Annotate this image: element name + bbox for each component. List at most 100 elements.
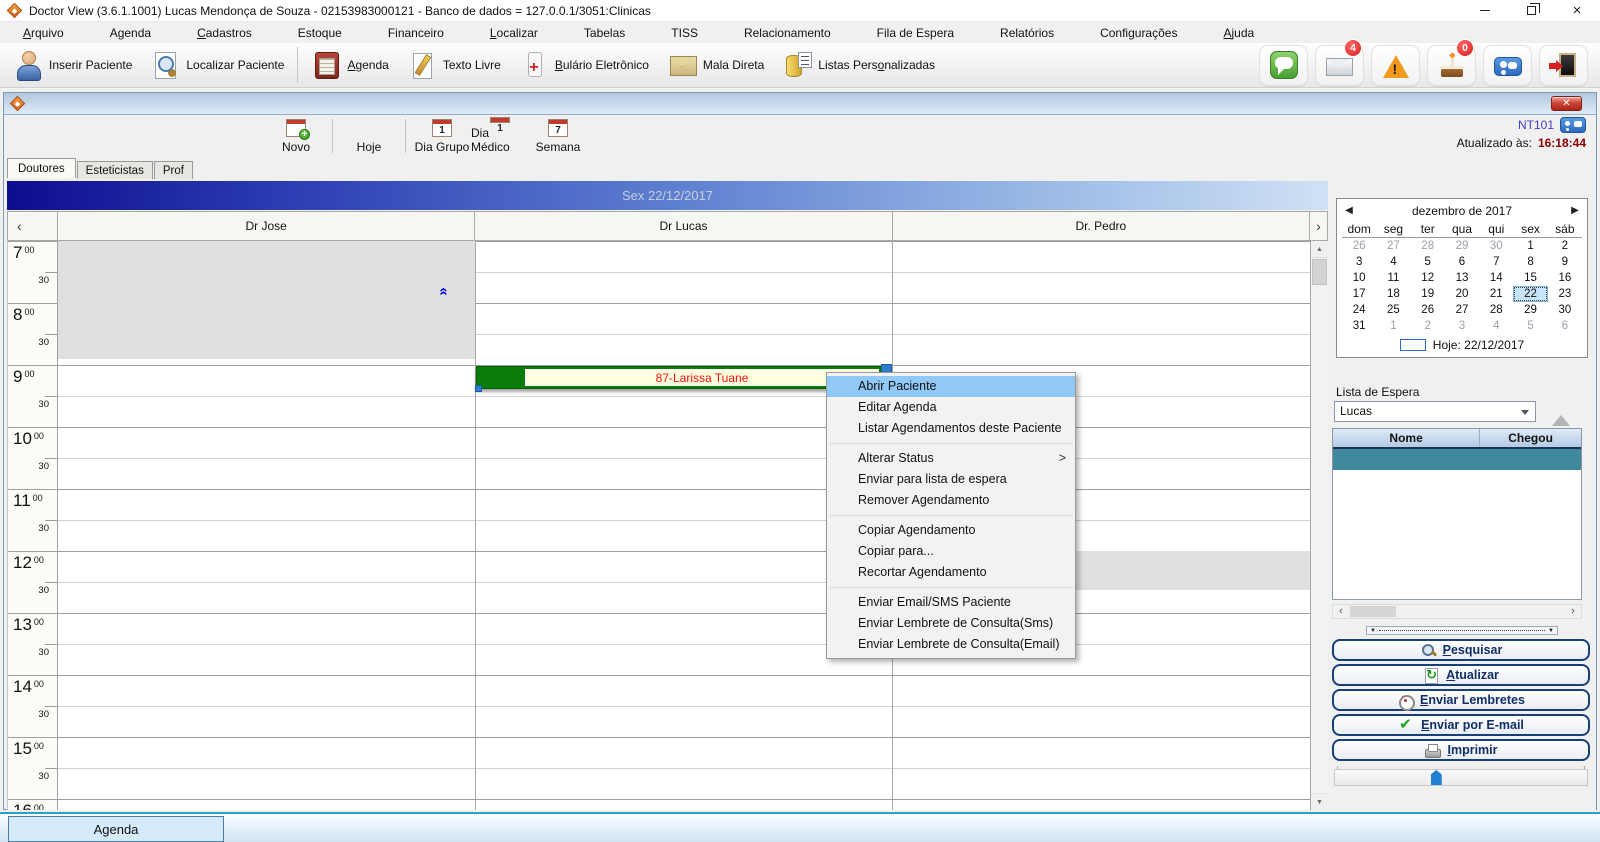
calendar-day[interactable]: 2 [1548,238,1582,254]
scroll-right-icon[interactable]: › [1565,605,1581,618]
menu-item-fila-de-espera[interactable]: Fila de Espera [854,23,977,43]
waitlist-hscrollbar[interactable]: ‹ › [1332,604,1582,619]
agenda-button-dia-grupo[interactable]: 1Dia Grupo [413,117,471,155]
contacts-icon[interactable] [1560,117,1586,133]
agenda-button-hoje[interactable]: Hoje [340,117,398,155]
context-menu-item-enviar-lembrete-de-consulta-sms[interactable]: Enviar Lembrete de Consulta(Sms) [827,613,1075,634]
zoom-slider[interactable] [1334,769,1588,786]
menu-item-configuracoes[interactable]: Configurações [1077,23,1200,43]
panel-splitter[interactable]: ▼ ▼ [1366,626,1558,635]
waitlist-selected-row[interactable] [1333,449,1581,470]
calendar-day[interactable]: 5 [1513,318,1547,334]
calendar-day[interactable]: 27 [1376,238,1410,254]
calendar-day[interactable]: 15 [1513,270,1547,286]
calendar-day[interactable]: 13 [1445,270,1479,286]
taskbar-tab-agenda[interactable]: Agenda [8,816,224,842]
hscrollbar-thumb[interactable] [1350,606,1396,617]
calendar-day[interactable]: 26 [1342,238,1376,254]
calendar-day[interactable]: 29 [1513,302,1547,318]
context-menu-item-alterar-status[interactable]: Alterar Status> [827,448,1075,469]
context-menu-item-editar-agenda[interactable]: Editar Agenda [827,397,1075,418]
scrollbar-thumb[interactable] [1312,259,1327,285]
menu-item-tiss[interactable]: TISS [648,23,721,43]
calendar-day[interactable]: 30 [1479,238,1513,254]
context-menu-item-enviar-lembrete-de-consulta-email[interactable]: Enviar Lembrete de Consulta(Email) [827,634,1075,655]
collapse-chevron-icon[interactable]: « [436,287,453,295]
waitlist-combobox[interactable]: Lucas [1334,401,1536,422]
calendar-day[interactable]: 7 [1479,254,1513,270]
waitlist-column-nome[interactable]: Nome [1333,429,1480,447]
status-button-exit[interactable] [1539,45,1588,86]
calendar-day[interactable]: 12 [1411,270,1445,286]
calendar-day[interactable]: 6 [1548,318,1582,334]
calendar-day[interactable]: 5 [1411,254,1445,270]
sidebar-button-imprimir[interactable]: Imprimir [1332,739,1590,761]
minimize-button[interactable] [1462,0,1508,21]
calendar-day[interactable]: 28 [1411,238,1445,254]
menu-item-relacionamento[interactable]: Relacionamento [721,23,854,43]
calendar-day[interactable]: 1 [1513,238,1547,254]
sidebar-button-enviar-lembretes[interactable]: Enviar Lembretes [1332,689,1590,711]
menu-item-cadastros[interactable]: Cadastros [174,23,275,43]
menu-item-financeiro[interactable]: Financeiro [365,23,467,43]
toolbar-button-localizar-paciente[interactable]: Localizar Paciente [141,47,293,83]
header-scroll-right-icon[interactable]: › [1309,212,1327,240]
status-button-birthday-cake[interactable]: 0 [1427,45,1476,86]
calendar-day[interactable]: 4 [1479,318,1513,334]
menu-item-localizar[interactable]: Localizar [467,23,561,43]
menu-item-estoque[interactable]: Estoque [275,23,365,43]
calendar-day[interactable]: 4 [1376,254,1410,270]
toolbar-button-texto-livre[interactable]: Texto Livre [398,47,510,83]
context-menu-item-listar-agendamentos-deste-paciente[interactable]: Listar Agendamentos deste Paciente [827,418,1075,439]
calendar-day[interactable]: 3 [1342,254,1376,270]
calendar-day[interactable]: 27 [1445,302,1479,318]
context-menu-item-copiar-agendamento[interactable]: Copiar Agendamento [827,520,1075,541]
calendar-day[interactable]: 19 [1411,286,1445,302]
resize-handle[interactable] [475,385,482,392]
menu-item-agenda[interactable]: Agenda [87,23,174,43]
calendar-day[interactable]: 25 [1376,302,1410,318]
toolbar-button-inserir-paciente[interactable]: Inserir Paciente [4,47,141,83]
menu-item-tabelas[interactable]: Tabelas [561,23,648,43]
slider-handle[interactable] [1431,770,1442,785]
scroll-down-icon[interactable]: ▼ [1311,793,1328,810]
menu-item-arquivo[interactable]: Arquivo [0,23,87,43]
calendar-day[interactable]: 3 [1445,318,1479,334]
scroll-up-icon[interactable]: ▲ [1311,241,1328,258]
close-button[interactable]: × [1554,0,1600,21]
tab-doutores[interactable]: Doutores [7,158,76,178]
restore-button[interactable] [1508,0,1554,21]
calendar-day[interactable]: 21 [1479,286,1513,302]
calendar-day[interactable]: 20 [1445,286,1479,302]
calendar-day-selected[interactable]: 22 [1513,286,1547,302]
tab-prof[interactable]: Prof [154,161,193,179]
next-month-icon[interactable]: ▶ [1563,205,1587,216]
collapse-up-icon[interactable] [1552,406,1570,426]
calendar-day[interactable]: 29 [1445,238,1479,254]
calendar-day[interactable]: 16 [1548,270,1582,286]
calendar-day[interactable]: 1 [1376,318,1410,334]
calendar-day[interactable]: 28 [1479,302,1513,318]
sidebar-button-enviar-por-e-mail[interactable]: Enviar por E-mail [1332,714,1590,736]
prev-month-icon[interactable]: ◀ [1337,205,1361,216]
sidebar-button-pesquisar[interactable]: Pesquisar [1332,639,1590,661]
sidebar-button-atualizar[interactable]: Atualizar [1332,664,1590,686]
context-menu-item-recortar-agendamento[interactable]: Recortar Agendamento [827,562,1075,583]
schedule-scrollbar[interactable]: ▲ ▼ [1310,241,1328,810]
waitlist-column-chegou[interactable]: Chegou [1480,429,1581,447]
calendar-day[interactable]: 18 [1376,286,1410,302]
toolbar-button-listas-personalizadas[interactable]: Listas Personalizadas [773,47,944,83]
context-menu-item-copiar-para[interactable]: Copiar para... [827,541,1075,562]
agenda-button-novo[interactable]: +Novo [267,117,325,155]
context-menu-item-enviar-para-lista-de-espera[interactable]: Enviar para lista de espera [827,469,1075,490]
agenda-button-dia-medico[interactable]: 1Dia Médico [471,117,529,155]
calendar-day[interactable]: 31 [1342,318,1376,334]
calendar-day[interactable]: 14 [1479,270,1513,286]
toolbar-button-bulario-eletronico[interactable]: Bulário Eletrônico [510,47,658,83]
calendar-day[interactable]: 11 [1376,270,1410,286]
status-button-contacts[interactable] [1483,45,1532,86]
calendar-day[interactable]: 24 [1342,302,1376,318]
tab-esteticistas[interactable]: Esteticistas [77,161,153,179]
menu-item-relatorios[interactable]: Relatórios [977,23,1077,43]
calendar-day[interactable]: 23 [1548,286,1582,302]
